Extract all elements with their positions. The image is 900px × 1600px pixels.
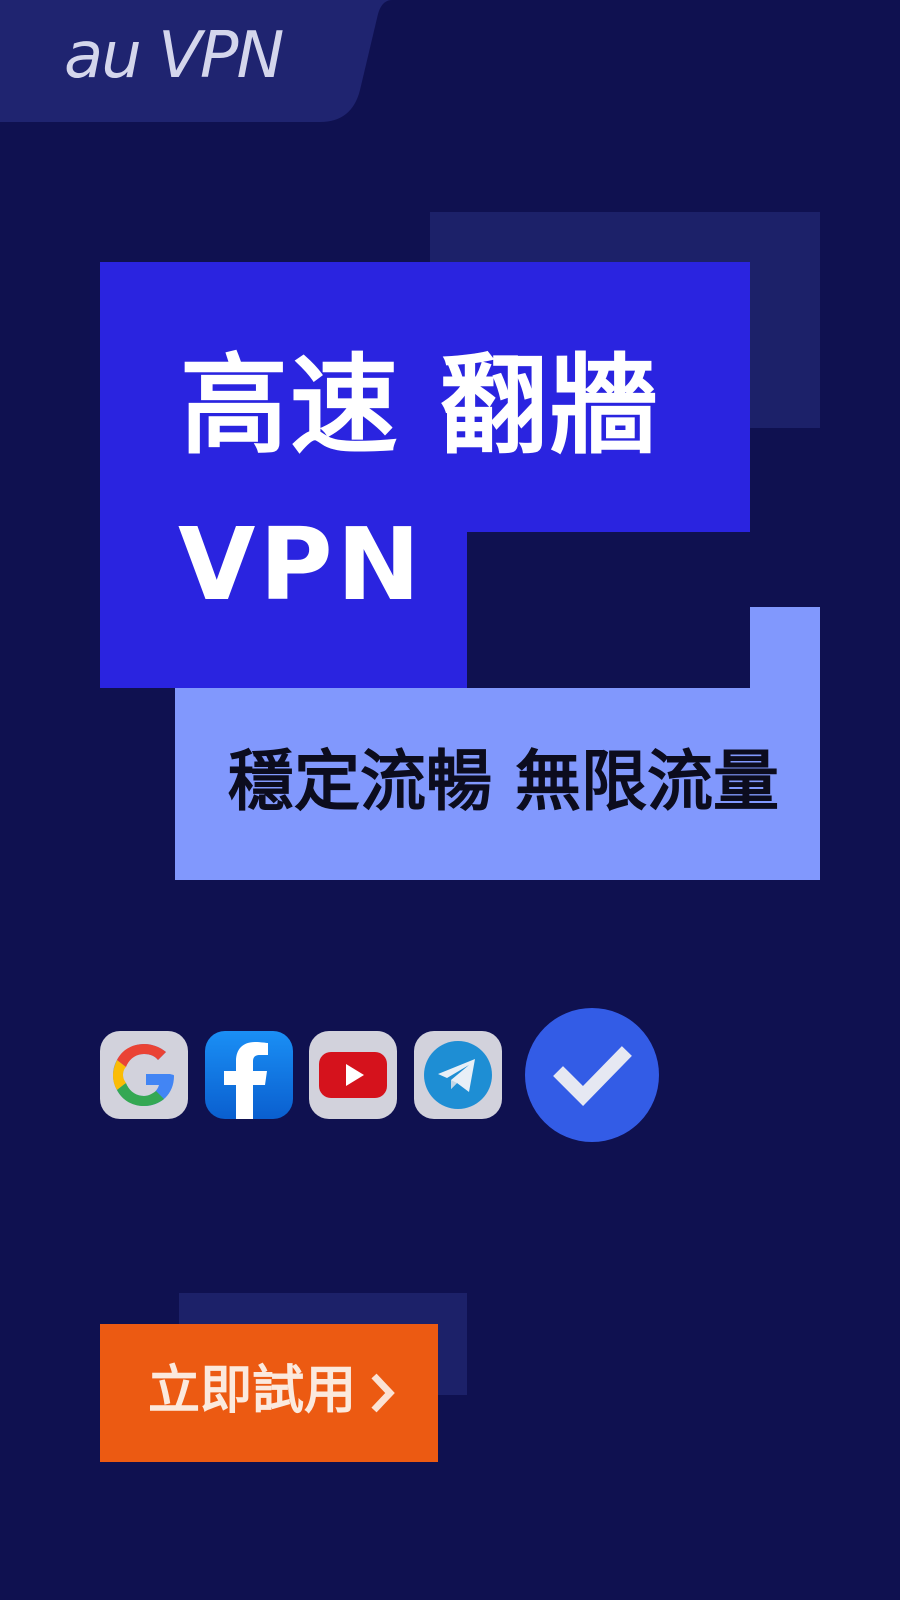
checkmark-icon	[525, 1008, 659, 1142]
ad-banner: au VPN 高速 翻牆 VPN 穩定流暢 無限流量 立即試用	[0, 0, 900, 1600]
logo-tab: au VPN	[0, 0, 400, 122]
try-now-button[interactable]: 立即試用	[100, 1324, 438, 1462]
headline-vpn: VPN	[178, 506, 425, 623]
headline-title: 高速 翻牆	[180, 344, 660, 469]
facebook-icon	[205, 1031, 293, 1119]
chevron-right-icon	[368, 1372, 398, 1414]
telegram-icon	[414, 1031, 502, 1119]
google-icon	[100, 1031, 188, 1119]
youtube-icon	[309, 1031, 397, 1119]
subtitle-text: 穩定流暢 無限流量	[228, 743, 779, 820]
subtitle-block-tab	[750, 607, 820, 689]
try-now-label: 立即試用	[148, 1362, 357, 1420]
brand-logo: au VPN	[64, 19, 284, 93]
